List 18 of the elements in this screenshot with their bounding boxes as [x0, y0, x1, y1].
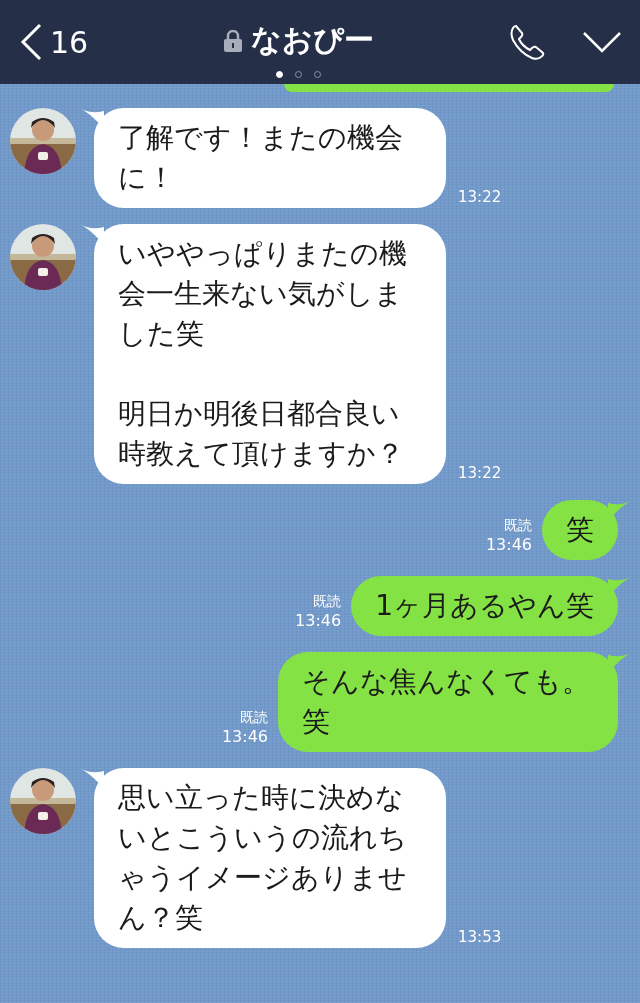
message-text: 1ヶ月あるやん笑 — [375, 588, 594, 624]
message-text: 思い立った時に決めないとこういうの流れちゃうイメージありません？笑 — [118, 780, 408, 936]
back-button[interactable]: 16 — [20, 23, 89, 61]
message-time: 13:46 — [485, 535, 532, 554]
message-text: 了解です！またの機会に！ — [118, 120, 404, 196]
message-time: 13:46 — [295, 611, 342, 630]
message-text: 明日か明後日都合良い時教えて頂けますか？ — [118, 396, 405, 472]
message-time: 13:46 — [221, 727, 268, 746]
chat-title: なおぴー — [250, 21, 374, 59]
read-receipt: 既読 — [240, 709, 268, 727]
message-text: 笑 — [566, 512, 594, 548]
message-time: 13:22 — [458, 464, 502, 482]
message-time: 13:53 — [458, 928, 502, 946]
message-text: いややっぱりまたの機会一生来ない気がしました笑 — [118, 236, 408, 352]
message-text: そんな焦んなくても。笑 — [302, 664, 591, 740]
message-time: 13:22 — [458, 188, 502, 206]
read-receipt: 既読 — [504, 517, 532, 535]
read-receipt: 既読 — [313, 593, 342, 611]
